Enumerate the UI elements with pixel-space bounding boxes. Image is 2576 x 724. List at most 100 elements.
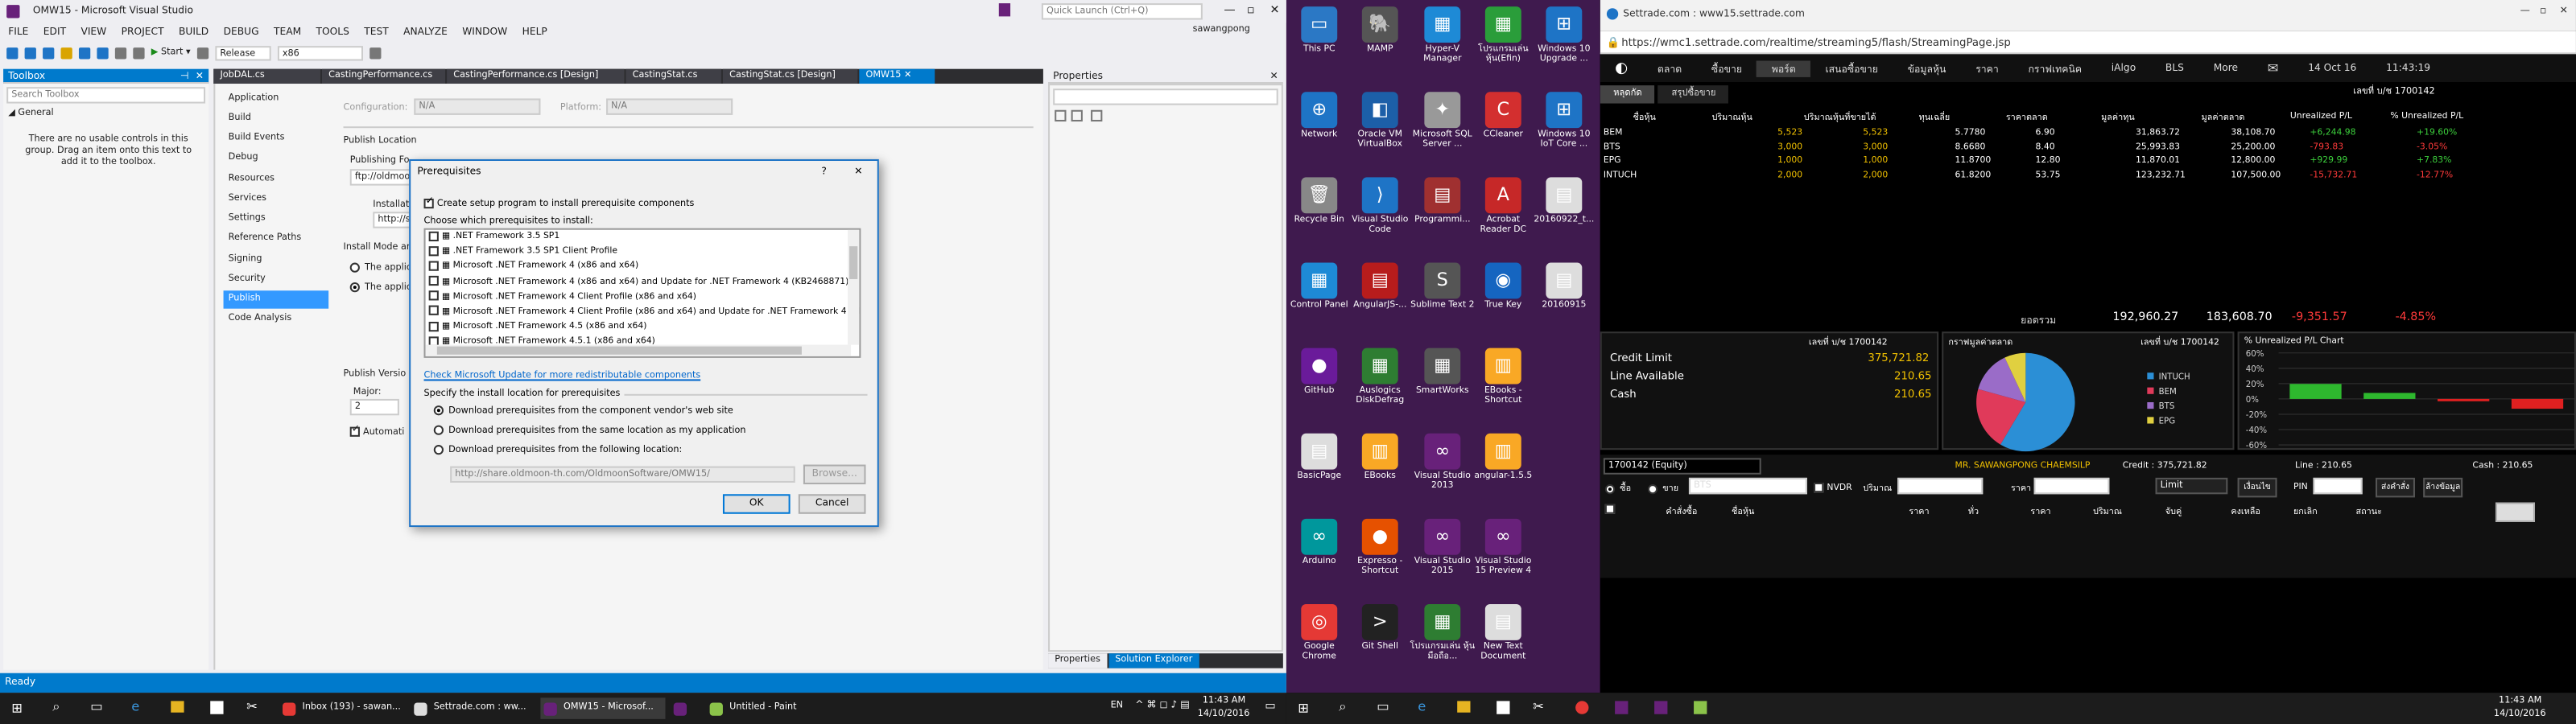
toolbox-group-general[interactable]: ◢ General	[8, 109, 53, 118]
list-item[interactable]: ▦ .NET Framework 3.5 SP1 Client Profile	[426, 245, 860, 260]
toolbox-pin-icon[interactable]: ⊣	[180, 69, 189, 84]
attach-icon[interactable]	[196, 47, 209, 59]
taskbar-item-vs[interactable]	[671, 697, 700, 719]
desktop-icon[interactable]: S Sublime Text 2	[1410, 262, 1476, 311]
sell-radio[interactable]: ขาย	[1647, 483, 1678, 496]
taskbar-item-omw15[interactable]: OMW15 - Microsof...	[540, 697, 666, 719]
desktop-icon[interactable]: ● GitHub	[1286, 348, 1352, 397]
nav-technical-chart[interactable]: กราฟเทคนิค	[2013, 60, 2096, 76]
radio-following-location[interactable]: Download prerequisites from the followin…	[433, 445, 682, 455]
radio-online-only[interactable]	[349, 262, 360, 273]
find-icon[interactable]	[369, 47, 382, 59]
chrome-tab-title[interactable]: Settrade.com : www15.settrade.com	[1623, 8, 1805, 19]
menu-view[interactable]: VIEW	[80, 27, 106, 38]
desktop-icon[interactable]: ⊕ Network	[1286, 92, 1352, 140]
desktop-icon[interactable]: ∞ Visual Studio 2015	[1410, 518, 1476, 578]
tools-icon[interactable]: ✂	[1533, 699, 1544, 714]
browse-button[interactable]: Browse...	[803, 464, 866, 485]
search-icon[interactable]: ⌕	[52, 699, 60, 715]
configuration-select[interactable]: Release	[215, 45, 271, 60]
task-view-icon[interactable]: ▭	[90, 699, 102, 714]
desktop-icon[interactable]: 🗑 Recycle Bin	[1286, 177, 1352, 225]
prereq-check[interactable]	[428, 290, 439, 301]
install-mode-online-only[interactable]: The applic	[349, 262, 411, 274]
radio-same-location[interactable]: Download prerequisites from the same loc…	[433, 425, 745, 436]
input-language[interactable]: EN	[1111, 701, 1123, 710]
nav-portfolio[interactable]: พอร์ต	[1757, 60, 1811, 76]
desktop-icon[interactable]: A Acrobat Reader DC	[1471, 177, 1537, 236]
address-bar[interactable]: 🔒 https://wmc1.settrade.com/realtime/str…	[1600, 31, 2576, 55]
chrome-icon[interactable]	[1575, 701, 1589, 714]
menu-help[interactable]: HELP	[522, 27, 547, 38]
properties-close-icon[interactable]: ✕	[1269, 69, 1278, 84]
condition-button[interactable]: เงื่อนไข	[2237, 477, 2277, 498]
start-icon[interactable]: ⊞	[11, 701, 23, 715]
tab-close-icon[interactable]: ✕	[904, 71, 911, 80]
desktop-icon[interactable]: ∞ Visual Studio 15 Preview 4	[1471, 518, 1537, 578]
scroll-thumb[interactable]	[849, 246, 858, 279]
taskbar-item-inbox[interactable]: Inbox (193) - sawan...	[279, 697, 404, 719]
explorer-icon[interactable]	[1457, 701, 1471, 713]
taskbar-item-settrade[interactable]: Settrade.com : ww...	[411, 697, 535, 719]
notifications-icon[interactable]: ▭	[1265, 699, 1276, 712]
vendor-site-radio[interactable]	[433, 405, 444, 416]
prereq-check[interactable]	[428, 321, 439, 331]
desktop-icon[interactable]: ● Expresso - Shortcut	[1347, 518, 1413, 578]
pin-input[interactable]	[2313, 477, 2363, 495]
tools-icon[interactable]: ✂	[246, 699, 258, 714]
desktop-icon[interactable]: ▥ EBooks	[1347, 433, 1413, 482]
desktop-icon[interactable]: ▤ Programmi...	[1410, 177, 1476, 225]
search-icon[interactable]: ⌕	[1339, 699, 1346, 715]
clock-date[interactable]: 14/10/2016	[2494, 710, 2546, 719]
send-order-button[interactable]: ส่งคำสั่ง	[2375, 477, 2415, 498]
toolbox-close-icon[interactable]: ✕	[196, 69, 204, 84]
desktop-icon[interactable]: C CCleaner	[1471, 92, 1537, 140]
desktop-icon[interactable]: ⊞ Windows 10 IoT Core ...	[1531, 92, 1597, 150]
taskbar-item-paint[interactable]: Untitled - Paint	[707, 697, 832, 719]
edge-icon[interactable]: e	[131, 699, 139, 714]
account-select[interactable]: 1700142 (Equity)	[1603, 458, 1761, 475]
categorized-icon[interactable]	[1055, 109, 1067, 122]
menu-team[interactable]: TEAM	[274, 27, 301, 38]
prereq-check[interactable]	[428, 230, 439, 241]
menu-tools[interactable]: TOOLS	[316, 27, 349, 38]
sidebar-item-security[interactable]: Security	[224, 271, 329, 289]
select-all-check[interactable]	[1604, 504, 1616, 514]
desktop-icon[interactable]: ∞ Arduino	[1286, 518, 1352, 567]
sidebar-item-build[interactable]: Build	[224, 110, 329, 128]
subtab-summary[interactable]: สรุปซื้อขาย	[1658, 85, 1729, 104]
close-button[interactable]: ✕	[1270, 3, 1280, 16]
prereq-check[interactable]	[428, 275, 439, 286]
sidebar-item-build-events[interactable]: Build Events	[224, 130, 329, 147]
alphabetical-icon[interactable]	[1071, 109, 1083, 122]
toolbox-search-input[interactable]: Search Toolbox	[6, 87, 206, 104]
help-button[interactable]: ?	[821, 166, 827, 177]
list-item[interactable]: ▦ .NET Framework 3.5 SP1	[426, 230, 860, 245]
nav-more[interactable]: More	[2198, 63, 2252, 74]
desktop-icon[interactable]: ▦ SmartWorks	[1410, 348, 1476, 397]
properties-object-dropdown[interactable]	[1053, 88, 1278, 105]
nav-market[interactable]: ตลาด	[1643, 60, 1697, 76]
nvdr-check[interactable]	[1814, 482, 1824, 493]
desktop-icon[interactable]: ▥ angular-1.5.5	[1471, 433, 1537, 482]
nav-price[interactable]: ราคา	[1961, 60, 2013, 76]
sell-radio-dot[interactable]	[1647, 483, 1658, 494]
nav-stock-info[interactable]: ข้อมูลหุ้น	[1893, 60, 1961, 76]
nav-ialgo[interactable]: iAlgo	[2096, 63, 2150, 74]
sidebar-item-services[interactable]: Services	[224, 191, 329, 208]
desktop-icon[interactable]: ▤ AngularJS-...	[1347, 262, 1413, 311]
desktop-icon[interactable]: ▤ 20160915	[1531, 262, 1597, 311]
desktop-icon[interactable]: ⊞ Windows 10 Upgrade ...	[1531, 6, 1597, 65]
desktop-icon[interactable]: ▦ โปรแกรมเล่น หุ้น(Efin)	[1471, 6, 1537, 65]
tab-casting-performance-design[interactable]: CastingPerformance.cs [Design]	[447, 68, 625, 84]
check-microsoft-update-link[interactable]: Check Microsoft Update for more redistri…	[424, 371, 701, 381]
nav-trade[interactable]: ซื้อขาย	[1697, 60, 1757, 76]
sidebar-item-debug[interactable]: Debug	[224, 150, 329, 167]
url-text[interactable]: https://wmc1.settrade.com/realtime/strea…	[1621, 36, 2011, 49]
chrome-maximize-button[interactable]: ▫	[2540, 5, 2546, 16]
tab-solution-explorer[interactable]: Solution Explorer	[1108, 653, 1199, 668]
cancel-order-button[interactable]: ยกเลิก	[2495, 502, 2535, 522]
list-horizontal-scrollbar[interactable]	[425, 344, 852, 356]
clock-time[interactable]: 11:43 AM	[2499, 696, 2541, 705]
list-item[interactable]: ▦ Microsoft .NET Framework 4 Client Prof…	[426, 305, 859, 320]
